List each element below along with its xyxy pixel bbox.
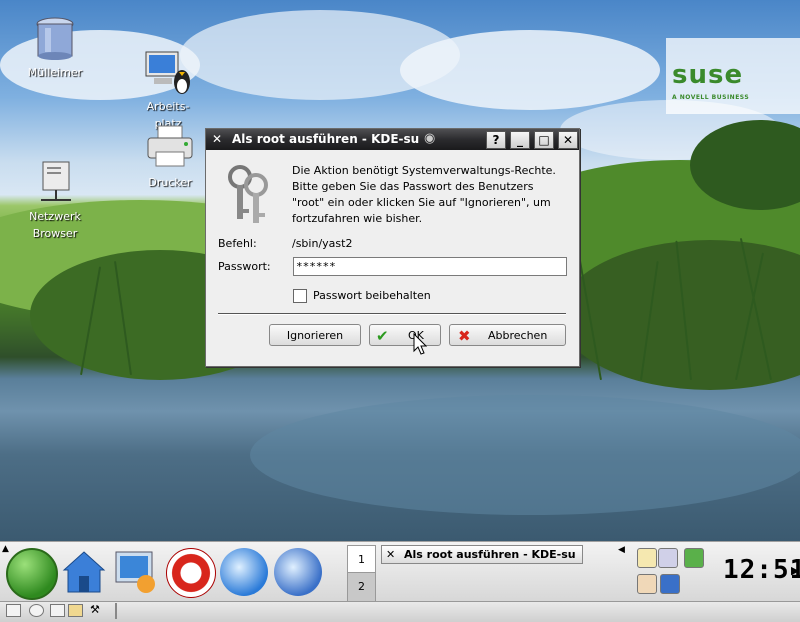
bottom-panel <box>0 601 800 622</box>
help-button[interactable]: ? <box>486 131 506 149</box>
taskbar-window-title: Als root ausführen - KDE-su <box>404 548 576 561</box>
checkmark-icon: ✔ <box>376 327 389 345</box>
kde-x-icon: ✕ <box>212 132 223 146</box>
suse-logo-subtitle: A NOVELL BUSINESS <box>672 94 750 101</box>
pager-desktop-2[interactable]: 2 <box>347 572 376 602</box>
cross-icon: ✖ <box>458 327 471 345</box>
mail-icon[interactable] <box>274 548 322 596</box>
dialog-title: Als root ausführen - KDE-su <box>232 132 420 146</box>
minimize-button[interactable]: _ <box>510 131 530 149</box>
desktop-icon-label: Mülleimer <box>27 66 83 79</box>
desktop-icon-network[interactable]: Netzwerk Browser <box>15 124 95 242</box>
maximize-button[interactable]: □ <box>534 131 554 149</box>
computer-icon <box>144 31 192 94</box>
close-button[interactable]: ✕ <box>558 131 578 149</box>
command-label: Befehl: <box>218 237 257 250</box>
kdesu-dialog: ✕ Als root ausführen - KDE-su ◉ ? _ □ ✕ … <box>205 128 580 367</box>
desktop-icon-label: Netzwerk Browser <box>29 210 81 240</box>
home-icon[interactable] <box>62 550 110 598</box>
floppy-icon[interactable] <box>50 604 65 617</box>
cancel-button-label: Abbrechen <box>488 329 548 342</box>
cancel-button[interactable]: ✖ Abbrechen <box>449 324 566 346</box>
ignore-button-label: Ignorieren <box>286 329 344 342</box>
pager-desktop-1[interactable]: 1 <box>347 545 376 575</box>
info-icon[interactable] <box>660 574 680 594</box>
password-input[interactable] <box>293 257 567 276</box>
folder-icon[interactable] <box>68 604 83 617</box>
help-icon[interactable] <box>166 548 216 598</box>
taskbar-window-button[interactable]: ✕ Als root ausführen - KDE-su <box>381 545 583 564</box>
suse-menu-icon[interactable] <box>6 548 58 600</box>
dialog-separator <box>218 313 566 315</box>
tools-icon[interactable]: ⚒ <box>90 604 103 615</box>
tray-arrow-icon[interactable]: ◀ <box>618 545 625 555</box>
network-icon <box>31 141 79 201</box>
desktop-icon-trash[interactable]: Mülleimer <box>15 14 95 81</box>
settings-icon[interactable] <box>29 604 44 617</box>
password-label: Passwort: <box>218 260 271 273</box>
update-icon[interactable] <box>658 548 678 568</box>
display-icon[interactable] <box>637 574 657 594</box>
dialog-message: Die Aktion benötigt Systemverwaltungs-Re… <box>292 164 556 225</box>
panel-hide-arrow-icon[interactable]: ▲ <box>2 544 9 554</box>
desktop-icon-label: Drucker <box>148 176 192 189</box>
desktop-icon[interactable] <box>114 550 162 598</box>
desktop-icon-computer[interactable]: Arbeits- platz <box>128 14 208 132</box>
suse-gecko-icon: ◉ <box>424 131 436 146</box>
keep-password-checkbox[interactable] <box>293 289 307 303</box>
klipper-icon[interactable] <box>637 548 657 568</box>
clock[interactable]: 12:51 <box>723 555 800 585</box>
keys-icon <box>226 163 274 230</box>
kde-panel: ▲ 1 2 ✕ Als root ausführen - KDE-su ◀ ▶ <box>0 541 800 602</box>
keep-password-label[interactable]: Passwort beibehalten <box>313 289 431 302</box>
browser-icon[interactable] <box>220 548 268 596</box>
desktop-icon-printer[interactable]: Drucker <box>130 124 210 191</box>
showdesktop-icon[interactable] <box>6 604 21 617</box>
kde-x-icon: ✕ <box>386 548 396 561</box>
panel-divider <box>115 603 117 619</box>
ok-button[interactable]: ✔ OK <box>369 324 441 346</box>
ignore-button[interactable]: Ignorieren <box>269 324 361 346</box>
command-value: /sbin/yast2 <box>292 237 353 250</box>
dialog-titlebar[interactable]: ✕ Als root ausführen - KDE-su ◉ ? _ □ ✕ <box>206 129 579 150</box>
mouse-cursor-icon <box>413 332 428 358</box>
trash-icon <box>31 14 79 62</box>
suse-logo: suse <box>672 60 744 90</box>
network-status-icon[interactable] <box>684 548 704 568</box>
printer-icon <box>146 124 194 172</box>
